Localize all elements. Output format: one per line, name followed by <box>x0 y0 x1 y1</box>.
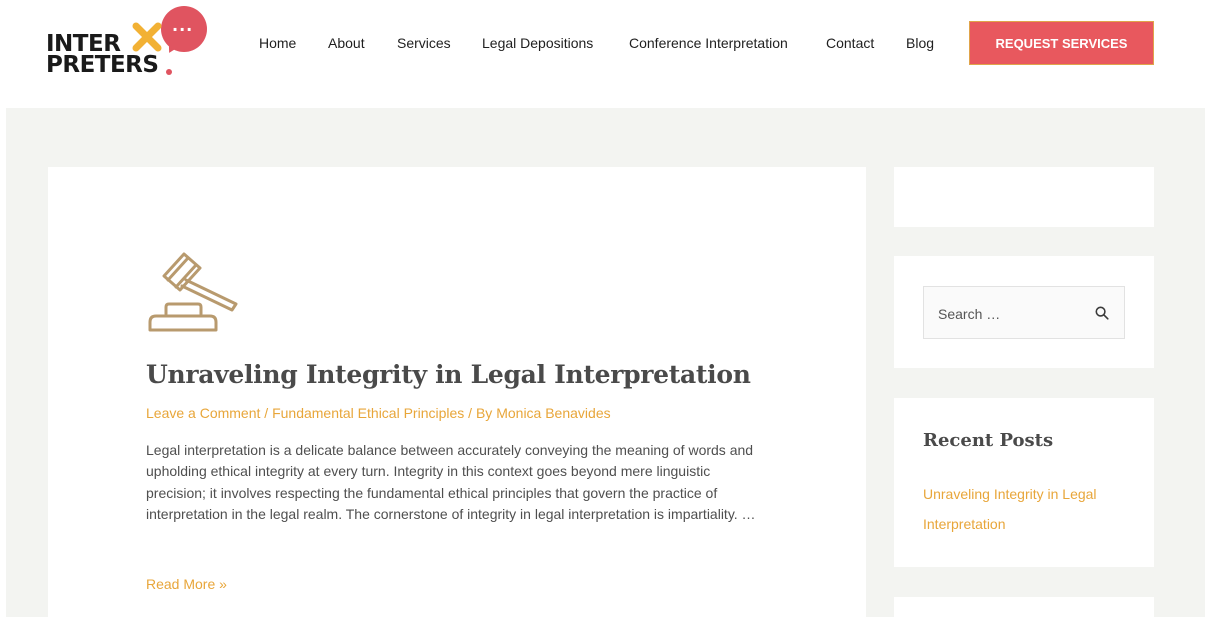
site-header: ... INTER PRETERS Home About Services Le… <box>0 0 1205 108</box>
request-services-button[interactable]: REQUEST SERVICES <box>969 21 1154 65</box>
gavel-icon <box>148 252 238 332</box>
logo-bubble-dots: ... <box>172 16 194 35</box>
meta-by-prefix: / By <box>464 405 497 421</box>
sidebar-widget-next <box>894 597 1154 617</box>
nav-legal-depositions[interactable]: Legal Depositions <box>482 34 593 52</box>
read-more-link[interactable]: Read More » <box>146 575 227 593</box>
logo-x-mark-icon <box>132 22 162 52</box>
logo-accent-dot <box>166 69 172 75</box>
article-card <box>48 167 866 617</box>
search-input[interactable] <box>938 304 1088 324</box>
sidebar-widget-empty <box>894 167 1154 227</box>
recent-post-link[interactable]: Unraveling Integrity in Legal Interpreta… <box>923 480 1123 539</box>
meta-separator: / <box>260 405 273 421</box>
nav-services[interactable]: Services <box>397 34 451 52</box>
nav-contact[interactable]: Contact <box>826 34 874 52</box>
nav-blog[interactable]: Blog <box>906 34 934 52</box>
logo-text-line2: PRETERS <box>46 52 159 78</box>
recent-posts-title: Recent Posts <box>923 430 1054 451</box>
category-link[interactable]: Fundamental Ethical Principles <box>272 405 464 421</box>
post-title[interactable]: Unraveling Integrity in Legal Interpreta… <box>146 360 751 389</box>
nav-home[interactable]: Home <box>259 34 296 52</box>
nav-about[interactable]: About <box>328 34 365 52</box>
nav-conference-interpretation[interactable]: Conference Interpretation <box>629 34 788 52</box>
site-logo[interactable]: ... INTER PRETERS <box>46 4 208 82</box>
author-link[interactable]: Monica Benavides <box>496 405 610 421</box>
search-form <box>923 286 1125 339</box>
post-excerpt: Legal interpretation is a delicate balan… <box>146 442 756 523</box>
search-icon[interactable] <box>1095 306 1109 320</box>
post-meta: Leave a Comment / Fundamental Ethical Pr… <box>146 404 611 422</box>
leave-comment-link[interactable]: Leave a Comment <box>146 405 260 421</box>
